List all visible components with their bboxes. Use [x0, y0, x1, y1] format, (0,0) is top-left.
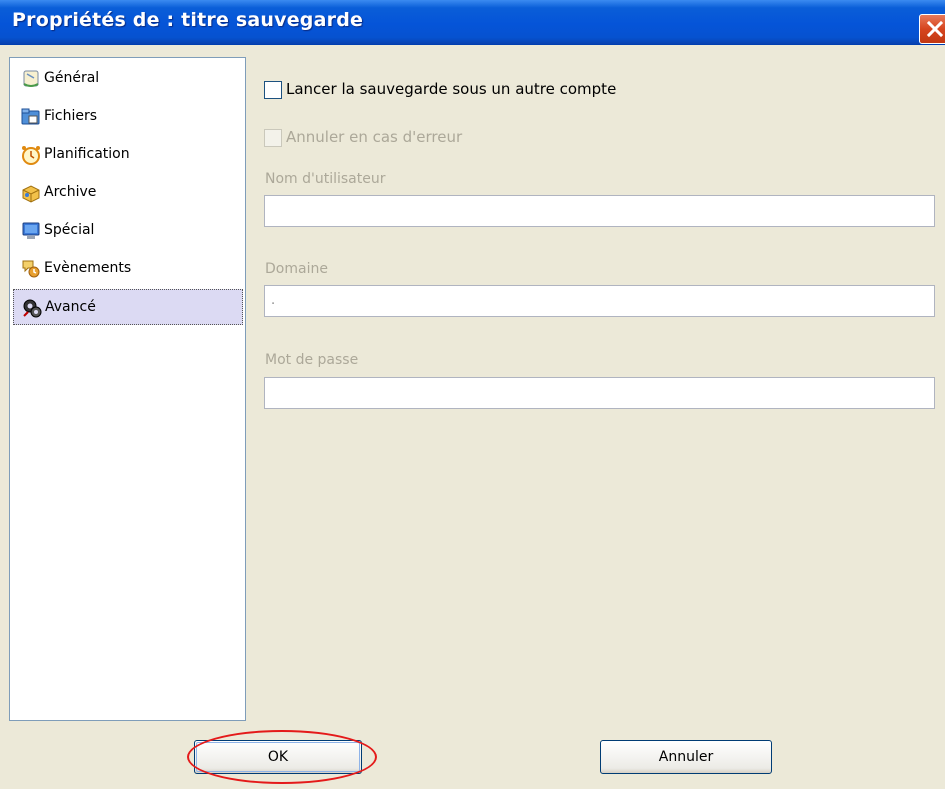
nav-label: Planification: [44, 146, 130, 162]
settings-panel: Lancer la sauvegarde sous un autre compt…: [248, 57, 945, 721]
files-icon: [21, 108, 40, 125]
clock-icon: [22, 146, 40, 165]
nav-label: Archive: [44, 184, 97, 200]
nav-item-events[interactable]: Evènements: [13, 251, 243, 287]
nav-label: Général: [44, 70, 100, 86]
domain-label: Domaine: [265, 261, 328, 277]
cancel-on-error-checkbox[interactable]: [264, 129, 282, 147]
general-icon: [23, 70, 39, 87]
cancel-button[interactable]: Annuler: [600, 740, 772, 774]
close-icon: [926, 20, 944, 38]
monitor-icon: [22, 222, 40, 239]
username-label: Nom d'utilisateur: [265, 171, 386, 187]
nav-item-advanced[interactable]: Avancé: [13, 289, 243, 325]
category-list: Général Fichiers Planification Archive S…: [9, 57, 246, 721]
password-field[interactable]: [264, 377, 935, 409]
domain-field[interactable]: .: [264, 285, 935, 317]
close-button[interactable]: [919, 14, 945, 44]
title-bar: Propriétés de : titre sauvegarde: [0, 0, 945, 45]
nav-item-planification[interactable]: Planification: [13, 137, 243, 173]
nav-label: Avancé: [45, 299, 96, 315]
nav-item-files[interactable]: Fichiers: [13, 99, 243, 135]
nav-item-archive[interactable]: Archive: [13, 175, 243, 211]
password-label: Mot de passe: [265, 352, 359, 368]
nav-label: Evènements: [44, 260, 132, 276]
button-bar: OK Annuler: [0, 722, 945, 789]
nav-label: Fichiers: [44, 108, 98, 124]
archive-icon: [22, 185, 40, 203]
run-as-other-account-checkbox[interactable]: [264, 81, 282, 99]
nav-label: Spécial: [44, 222, 95, 238]
cancel-on-error-option[interactable]: Annuler en cas d'erreur: [264, 127, 524, 149]
run-as-other-account-option[interactable]: Lancer la sauvegarde sous un autre compt…: [264, 79, 684, 101]
nav-item-special[interactable]: Spécial: [13, 213, 243, 249]
highlight-annotation: [187, 730, 377, 784]
window-title: Propriétés de : titre sauvegarde: [12, 9, 364, 31]
username-field[interactable]: [264, 195, 935, 227]
advanced-icon: [23, 299, 42, 318]
cancel-on-error-label: Annuler en cas d'erreur: [286, 128, 463, 146]
run-as-other-account-label: Lancer la sauvegarde sous un autre compt…: [286, 80, 617, 98]
nav-item-general[interactable]: Général: [13, 61, 243, 97]
events-icon: [22, 260, 40, 278]
